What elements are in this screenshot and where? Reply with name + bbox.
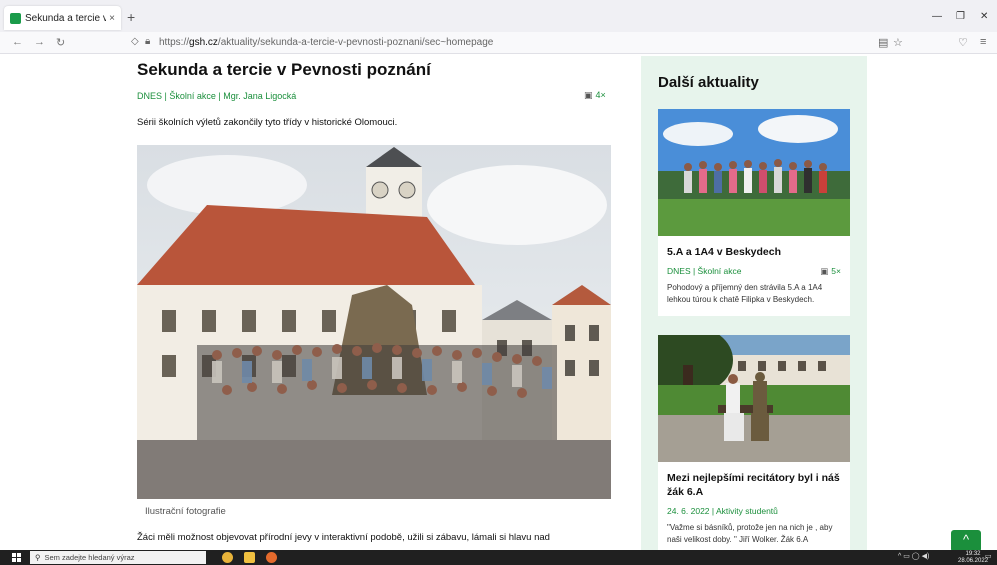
new-tab-button[interactable]: + [127, 9, 135, 25]
article-body: Žáci měli možnost objevovat přírodní jev… [137, 530, 612, 545]
article-title: Sekunda a tercie v Pevnosti poznání [137, 60, 431, 79]
firefox-app-icon[interactable] [266, 552, 277, 563]
article-meta[interactable]: DNES | Školní akce | Mgr. Jana Ligocká [137, 91, 296, 101]
taskbar-search-placeholder: Sem zadejte hledaný výraz [44, 553, 135, 562]
address-bar[interactable]: https://gsh.cz/aktuality/sekunda-a-terci… [159, 37, 493, 48]
news-card-meta: DNES | Školní akce ▣ 5× [667, 266, 841, 276]
reload-icon[interactable]: ↻ [56, 36, 65, 49]
sidebar-heading: Další aktuality [658, 74, 759, 91]
gallery-icon: ▣ [820, 266, 829, 276]
gallery-count[interactable]: ▣ 4× [584, 90, 606, 101]
minimize-icon[interactable]: — [932, 11, 942, 22]
gallery-icon: ▣ [584, 90, 593, 100]
clock-date: 28.06.2022 [958, 557, 989, 564]
news-card-gallery-count[interactable]: ▣ 5× [820, 266, 841, 277]
chrome-app-icon[interactable] [222, 552, 233, 563]
tray-icons[interactable]: ^ ▭ ◯ ◀) [898, 552, 929, 560]
tab-title: Sekunda a tercie v Pevn… [25, 12, 107, 24]
news-card-photo [658, 109, 850, 236]
article-body-line: Žáci měli možnost objevovat přírodní jev… [137, 532, 550, 543]
news-card-title[interactable]: Mezi nejlepšími recitátory byl i náš žák… [667, 471, 841, 499]
restore-icon[interactable]: ❐ [956, 11, 965, 22]
reader-icon[interactable]: ▤ [878, 36, 888, 49]
site-favicon-icon [10, 12, 21, 24]
browser-tab[interactable]: Sekunda a tercie v Pevn… × [4, 6, 121, 30]
taskbar-search-input[interactable]: ⚲ Sem zadejte hledaný výraz [30, 551, 206, 564]
taskbar-clock[interactable]: 19:32 28.06.2022 [958, 551, 988, 564]
gallery-count-label: 4× [595, 90, 606, 100]
search-icon: ⚲ [35, 553, 41, 562]
forward-icon[interactable]: → [34, 36, 45, 48]
article-photo-illustration [137, 145, 611, 499]
windows-start-icon[interactable] [12, 553, 22, 562]
shield-icon[interactable]: ◇ [131, 36, 139, 47]
news-card-excerpt: "Važme si básníků, protože jen na nich j… [667, 523, 833, 544]
menu-icon[interactable]: ≡ [980, 36, 986, 48]
news-card-meta-label[interactable]: DNES | Školní akce [667, 266, 742, 276]
browser-tab-bar: Sekunda a tercie v Pevn… × + — ❐ ✕ [0, 0, 997, 32]
scroll-to-top-button[interactable]: ^ [951, 530, 981, 552]
chevron-up-icon: ^ [962, 532, 970, 547]
gallery-count-label: 5× [831, 266, 841, 276]
news-card-photo [658, 335, 850, 462]
window-close-icon[interactable]: ✕ [980, 11, 988, 22]
news-card[interactable]: Mezi nejlepšími recitátory byl i náš žák… [658, 335, 850, 550]
news-card-image[interactable] [658, 335, 850, 462]
photo-caption: Ilustrační fotografie [145, 506, 226, 517]
tab-close-icon[interactable]: × [109, 13, 115, 24]
news-card-title[interactable]: 5.A a 1A4 v Beskydech [667, 245, 841, 259]
news-card-excerpt: Pohodový a příjemný den strávila 5.A a 1… [667, 283, 823, 304]
browser-nav-bar: ← → ↻ ◇ 🔒︎ https://gsh.cz/aktuality/seku… [0, 32, 997, 54]
news-card[interactable]: 5.A a 1A4 v Beskydech DNES | Školní akce… [658, 109, 850, 316]
news-card-meta[interactable]: 24. 6. 2022 | Aktivity studentů [667, 506, 841, 516]
windows-taskbar: ⚲ Sem zadejte hledaný výraz ^ ▭ ◯ ◀) 19:3… [0, 550, 997, 565]
bookmark-star-icon[interactable]: ☆ [893, 36, 903, 49]
news-card-image[interactable] [658, 109, 850, 236]
news-sidebar: Další aktuality 5.A a 1A4 v Beskydech DN… [641, 56, 867, 550]
file-explorer-icon[interactable] [244, 552, 255, 563]
pocket-icon[interactable]: ♡ [958, 36, 968, 49]
article-lead: Sérii školních výletů zakončily tyto tří… [137, 117, 398, 128]
article-photo[interactable] [137, 145, 611, 499]
notifications-icon[interactable]: ▭ [985, 552, 992, 560]
back-icon[interactable]: ← [12, 36, 23, 48]
lock-icon[interactable]: 🔒︎ [145, 36, 150, 47]
